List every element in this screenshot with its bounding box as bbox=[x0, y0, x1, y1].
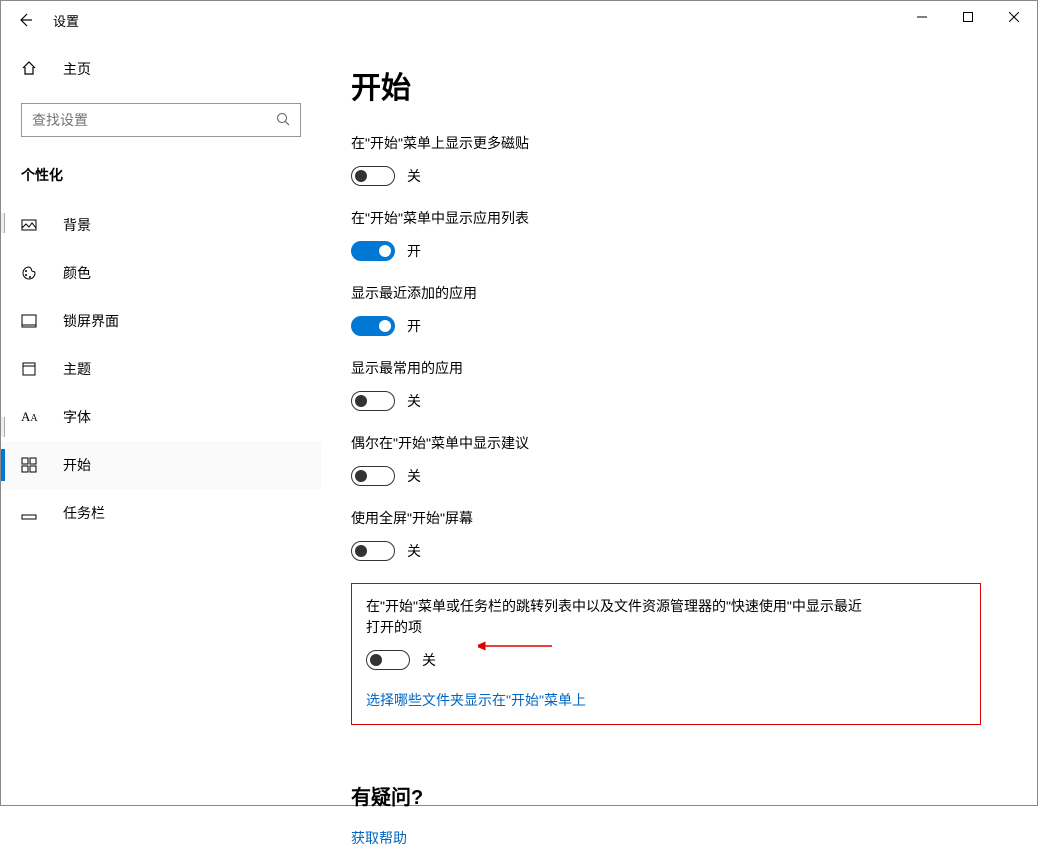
setting-recent-items: 在"开始"菜单或任务栏的跳转列表中以及文件资源管理器的"快速使用"中显示最近打开… bbox=[366, 596, 966, 670]
sidebar-item-label: 开始 bbox=[63, 455, 91, 475]
setting-label: 偶尔在"开始"菜单中显示建议 bbox=[351, 433, 851, 454]
theme-icon bbox=[21, 361, 45, 377]
setting-most-used: 显示最常用的应用 关 bbox=[351, 358, 997, 411]
taskbar-icon bbox=[21, 505, 45, 521]
main-content: 开始 在"开始"菜单上显示更多磁贴 关 在"开始"菜单中显示应用列表 开 显示最… bbox=[321, 39, 1037, 805]
image-icon bbox=[21, 217, 45, 233]
help-link[interactable]: 获取帮助 bbox=[351, 828, 997, 848]
start-icon bbox=[21, 457, 45, 473]
setting-label: 在"开始"菜单中显示应用列表 bbox=[351, 208, 851, 229]
setting-app-list: 在"开始"菜单中显示应用列表 开 bbox=[351, 208, 997, 261]
home-nav[interactable]: 主页 bbox=[1, 49, 321, 89]
setting-label: 在"开始"菜单或任务栏的跳转列表中以及文件资源管理器的"快速使用"中显示最近打开… bbox=[366, 596, 866, 638]
toggle-recently-added[interactable] bbox=[351, 316, 395, 336]
sidebar-item-lockscreen[interactable]: 锁屏界面 bbox=[1, 297, 321, 345]
sidebar-item-themes[interactable]: 主题 bbox=[1, 345, 321, 393]
toggle-state: 开 bbox=[407, 241, 421, 261]
sidebar-item-label: 字体 bbox=[63, 407, 91, 427]
sidebar-item-start[interactable]: 开始 bbox=[1, 441, 321, 489]
toggle-fullscreen[interactable] bbox=[351, 541, 395, 561]
toggle-more-tiles[interactable] bbox=[351, 166, 395, 186]
toggle-state: 关 bbox=[407, 391, 421, 411]
sidebar-item-colors[interactable]: 颜色 bbox=[1, 249, 321, 297]
page-title: 开始 bbox=[351, 63, 997, 107]
search-box[interactable] bbox=[21, 103, 301, 137]
sidebar-item-label: 颜色 bbox=[63, 263, 91, 283]
setting-suggestions: 偶尔在"开始"菜单中显示建议 关 bbox=[351, 433, 997, 486]
section-header: 个性化 bbox=[1, 157, 321, 201]
home-label: 主页 bbox=[63, 59, 91, 79]
highlighted-section: 在"开始"菜单或任务栏的跳转列表中以及文件资源管理器的"快速使用"中显示最近打开… bbox=[351, 583, 981, 725]
toggle-state: 关 bbox=[407, 466, 421, 486]
back-button[interactable] bbox=[7, 2, 43, 38]
close-button[interactable] bbox=[991, 1, 1037, 33]
setting-more-tiles: 在"开始"菜单上显示更多磁贴 关 bbox=[351, 133, 997, 186]
setting-label: 在"开始"菜单上显示更多磁贴 bbox=[351, 133, 851, 154]
lock-icon bbox=[21, 313, 45, 329]
maximize-button[interactable] bbox=[945, 1, 991, 33]
folders-link[interactable]: 选择哪些文件夹显示在"开始"菜单上 bbox=[366, 690, 586, 710]
sidebar-item-label: 锁屏界面 bbox=[63, 311, 119, 331]
toggle-state: 关 bbox=[422, 650, 436, 670]
toggle-recent-items[interactable] bbox=[366, 650, 410, 670]
toggle-state: 关 bbox=[407, 541, 421, 561]
window-title: 设置 bbox=[53, 11, 79, 30]
setting-label: 使用全屏"开始"屏幕 bbox=[351, 508, 851, 529]
toggle-state: 关 bbox=[407, 166, 421, 186]
toggle-state: 开 bbox=[407, 316, 421, 336]
palette-icon bbox=[21, 265, 45, 281]
sidebar-item-label: 背景 bbox=[63, 215, 91, 235]
minimize-button[interactable] bbox=[899, 1, 945, 33]
toggle-app-list[interactable] bbox=[351, 241, 395, 261]
search-icon bbox=[276, 112, 290, 129]
setting-recently-added: 显示最近添加的应用 开 bbox=[351, 283, 997, 336]
sidebar-item-fonts[interactable]: AA 字体 bbox=[1, 393, 321, 441]
sidebar-item-label: 任务栏 bbox=[63, 503, 105, 523]
setting-fullscreen: 使用全屏"开始"屏幕 关 bbox=[351, 508, 997, 561]
setting-label: 显示最常用的应用 bbox=[351, 358, 851, 379]
toggle-suggestions[interactable] bbox=[351, 466, 395, 486]
titlebar: 设置 bbox=[1, 1, 1037, 39]
font-icon: AA bbox=[21, 409, 45, 425]
toggle-most-used[interactable] bbox=[351, 391, 395, 411]
sidebar-item-label: 主题 bbox=[63, 359, 91, 379]
search-input[interactable] bbox=[32, 112, 276, 128]
sidebar-item-background[interactable]: 背景 bbox=[1, 201, 321, 249]
home-icon bbox=[21, 60, 45, 79]
sidebar: 主页 个性化 背景 颜色 锁屏界面 主题 AA 字体 bbox=[1, 39, 321, 805]
setting-label: 显示最近添加的应用 bbox=[351, 283, 851, 304]
sidebar-item-taskbar[interactable]: 任务栏 bbox=[1, 489, 321, 537]
